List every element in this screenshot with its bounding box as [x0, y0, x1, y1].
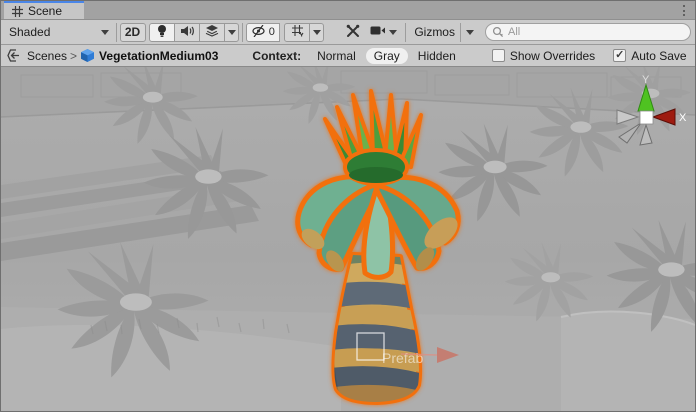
tools-wrench-icon: [346, 24, 360, 41]
scene-lighting-button[interactable]: [149, 23, 175, 42]
context-option-gray[interactable]: Gray: [366, 48, 408, 64]
tab-scene-label: Scene: [28, 4, 62, 18]
breadcrumb-current-prefab[interactable]: VegetationMedium03: [80, 48, 218, 63]
show-overrides-toggle[interactable]: ✓ Show Overrides: [492, 49, 595, 63]
tab-menu-kebab-icon[interactable]: [678, 3, 690, 18]
gizmo-cube[interactable]: [640, 111, 653, 124]
chevron-down-icon: [101, 30, 109, 35]
scene-render: Prefab Y X: [1, 67, 695, 411]
scene-effects-dropdown[interactable]: [224, 23, 239, 42]
breadcrumb-separator: >: [70, 49, 77, 63]
auto-save-toggle[interactable]: ✓ Auto Save: [613, 49, 686, 63]
tab-scene[interactable]: Scene: [4, 1, 84, 19]
context-option-normal[interactable]: Normal: [309, 48, 364, 64]
eye-slash-icon: [252, 25, 267, 40]
prefab-back-icon[interactable]: [7, 49, 21, 62]
scene-toolbar: Shaded 2D: [1, 20, 695, 45]
chevron-down-icon: [466, 30, 474, 35]
chevron-down-icon: [313, 30, 321, 35]
draw-mode-dropdown[interactable]: Shaded: [5, 23, 113, 42]
chevron-down-icon: [228, 30, 236, 35]
scene-viewport[interactable]: Prefab Y X: [1, 67, 695, 411]
scene-audio-button[interactable]: [174, 23, 200, 42]
camera-icon: [370, 25, 386, 39]
toggle-2d-label: 2D: [125, 25, 140, 39]
axis-x-label: X: [679, 112, 687, 124]
search-icon: [492, 26, 504, 41]
lightbulb-icon: [156, 24, 168, 41]
context-label: Context:: [252, 49, 301, 63]
prefab-name: VegetationMedium03: [99, 49, 218, 63]
grid-icon: [291, 24, 304, 40]
hidden-count: 0: [269, 26, 275, 38]
scene-visibility-button[interactable]: 0: [246, 23, 280, 42]
tree-crown-ring: [349, 167, 403, 183]
prefab-cube-icon: [80, 48, 95, 63]
gizmos-dropdown[interactable]: Gizmos: [409, 23, 479, 42]
breadcrumb-scenes[interactable]: Scenes: [27, 49, 67, 63]
show-overrides-checkbox[interactable]: ✓: [492, 49, 505, 62]
scene-effects-button[interactable]: [199, 23, 225, 42]
tab-strip: Scene: [1, 1, 695, 20]
prefab-floating-label: Prefab: [382, 350, 423, 366]
chevron-down-icon: [389, 30, 397, 35]
draw-mode-label: Shaded: [9, 25, 50, 39]
search-input[interactable]: [485, 23, 691, 41]
speaker-icon: [180, 25, 194, 40]
scene-search: [485, 23, 691, 41]
auto-save-checkbox[interactable]: ✓: [613, 49, 626, 62]
component-tools-button[interactable]: [341, 23, 365, 42]
unity-scene-window: Scene Shaded 2D: [0, 0, 696, 412]
grid-visibility-button[interactable]: [284, 23, 310, 42]
camera-settings-button[interactable]: [365, 23, 402, 42]
effects-layers-icon: [205, 24, 219, 40]
grid-visibility-dropdown[interactable]: [309, 23, 324, 42]
context-option-hidden[interactable]: Hidden: [410, 48, 464, 64]
prefab-breadcrumb-bar: Scenes > VegetationMedium03 Context: Nor…: [1, 45, 695, 67]
toggle-2d-button[interactable]: 2D: [120, 23, 146, 42]
gizmos-label: Gizmos: [414, 25, 455, 39]
scene-grid-icon: [12, 6, 23, 17]
